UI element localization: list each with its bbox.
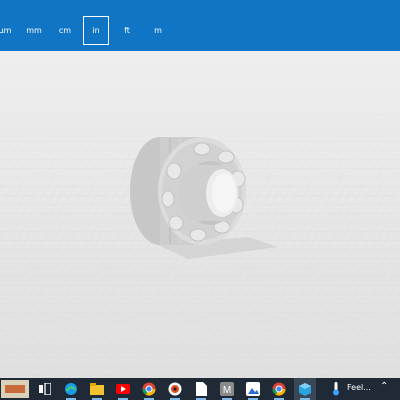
photos-icon[interactable] [242, 378, 264, 400]
windows-taskbar: M Feel... ⌃ [0, 378, 400, 400]
unit-toolbar: µm mm cm in ft m [0, 0, 400, 51]
3d-viewer-icon[interactable] [294, 378, 316, 400]
thumbnail-app-icon[interactable] [0, 378, 30, 400]
thermometer-icon[interactable] [325, 378, 347, 400]
app-icon[interactable] [164, 378, 186, 400]
chrome-icon[interactable] [268, 378, 290, 400]
svg-text:M: M [223, 385, 231, 396]
unit-button-foot[interactable]: ft [114, 16, 140, 45]
file-explorer-icon[interactable] [86, 378, 108, 400]
task-view-icon[interactable] [34, 378, 56, 400]
youtube-icon[interactable] [112, 378, 134, 400]
chevron-up-icon[interactable]: ⌃ [380, 381, 388, 392]
unit-button-millimeter[interactable]: mm [21, 16, 47, 45]
unit-button-micrometer[interactable]: µm [0, 16, 18, 45]
bearing-model[interactable] [118, 135, 288, 265]
unit-button-meter[interactable]: m [145, 16, 171, 45]
edge-icon[interactable] [60, 378, 82, 400]
3d-viewport[interactable] [0, 51, 400, 378]
unit-button-inch[interactable]: in [83, 16, 109, 45]
weather-text[interactable]: Feel... [347, 383, 371, 392]
chrome-icon[interactable] [138, 378, 160, 400]
m-app-icon[interactable]: M [216, 378, 238, 400]
unit-button-centimeter[interactable]: cm [52, 16, 78, 45]
document-icon[interactable] [190, 378, 212, 400]
